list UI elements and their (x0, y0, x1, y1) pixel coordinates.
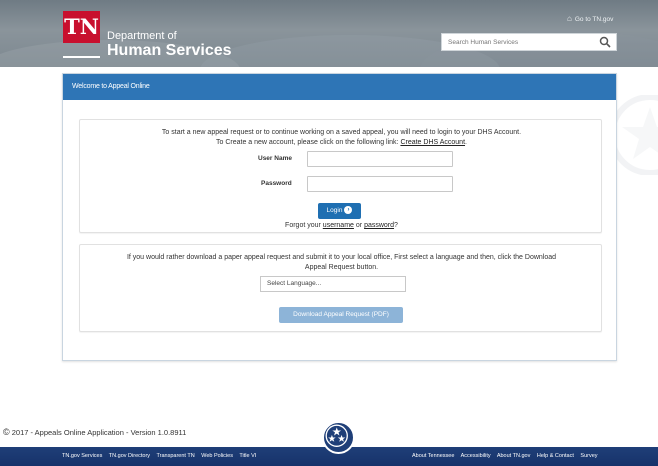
footer-link[interactable]: TN.gov Directory (109, 453, 150, 459)
forgot-prefix: Forgot your (285, 222, 323, 229)
forgot-password-link[interactable]: password (364, 222, 394, 229)
dept-name-line1: Department of (107, 30, 177, 42)
login-intro-prefix: To Create a new account, please click on… (216, 139, 401, 146)
home-icon: ⌂ (567, 14, 572, 23)
copyright-icon: © (3, 427, 10, 437)
download-panel: If you would rather download a paper app… (79, 244, 602, 332)
download-intro-line1: If you would rather download a paper app… (126, 254, 557, 261)
forgot-username-link[interactable]: username (323, 222, 354, 229)
footer-link[interactable]: Title VI (239, 453, 256, 459)
username-label: User Name (258, 155, 292, 162)
login-intro-line1: To start a new appeal request or to cont… (161, 129, 522, 136)
login-intro-suffix: . (465, 139, 467, 146)
footer-link[interactable]: Web Policies (201, 453, 233, 459)
language-select[interactable]: Select Language... (260, 276, 406, 292)
footer-link[interactable]: About Tennessee (412, 453, 454, 459)
footer-link[interactable]: TN.gov Services (62, 453, 102, 459)
username-field[interactable] (307, 151, 453, 167)
login-panel: To start a new appeal request or to cont… (79, 119, 602, 233)
footer-link[interactable]: Survey (580, 453, 597, 459)
search-box (441, 33, 617, 51)
footer-left-links: TN.gov Services TN.gov Directory Transpa… (62, 453, 261, 459)
forgot-or: or (353, 222, 365, 229)
footer-link[interactable]: Transparent TN (157, 453, 195, 459)
password-field[interactable] (307, 176, 453, 192)
star-watermark-icon (610, 95, 658, 175)
tristar-icon (325, 424, 348, 447)
password-label: Password (261, 180, 292, 187)
arrow-right-icon: › (344, 206, 353, 215)
footer-right-links: About Tennessee Accessibility About TN.g… (412, 453, 603, 459)
search-input[interactable] (442, 34, 592, 50)
copyright-text: 2017 - Appeals Online Application - Vers… (11, 428, 187, 437)
login-button[interactable]: Login › (318, 203, 361, 219)
create-account-link[interactable]: Create DHS Account (400, 139, 465, 146)
download-intro-line2: Appeal Request button. (304, 264, 379, 271)
login-button-label: Login (326, 207, 343, 214)
goto-tn-label: Go to TN.gov (574, 16, 614, 23)
appeal-card: Welcome to Appeal Online To start a new … (62, 73, 617, 361)
dept-name-line2: Human Services (107, 42, 232, 59)
footer-link[interactable]: Help & Contact (537, 453, 574, 459)
forgot-credentials: Forgot your username or password? (80, 222, 603, 229)
footer-link[interactable]: About TN.gov (497, 453, 531, 459)
search-icon[interactable] (599, 36, 611, 48)
login-intro-line2: To Create a new account, please click on… (80, 139, 603, 146)
copyright-notice: © 2017 - Appeals Online Application - Ve… (3, 427, 186, 437)
goto-tn-link[interactable]: ⌂ Go to TN.gov (567, 14, 613, 23)
tn-tristar-logo[interactable] (322, 421, 355, 454)
logo-underline (63, 56, 100, 58)
download-appeal-button[interactable]: Download Appeal Request (PDF) (279, 307, 403, 323)
tn-logo[interactable]: TN (63, 11, 100, 43)
welcome-header: Welcome to Appeal Online (63, 74, 616, 100)
footer-link[interactable]: Accessibility (461, 453, 491, 459)
forgot-suffix: ? (394, 222, 398, 229)
